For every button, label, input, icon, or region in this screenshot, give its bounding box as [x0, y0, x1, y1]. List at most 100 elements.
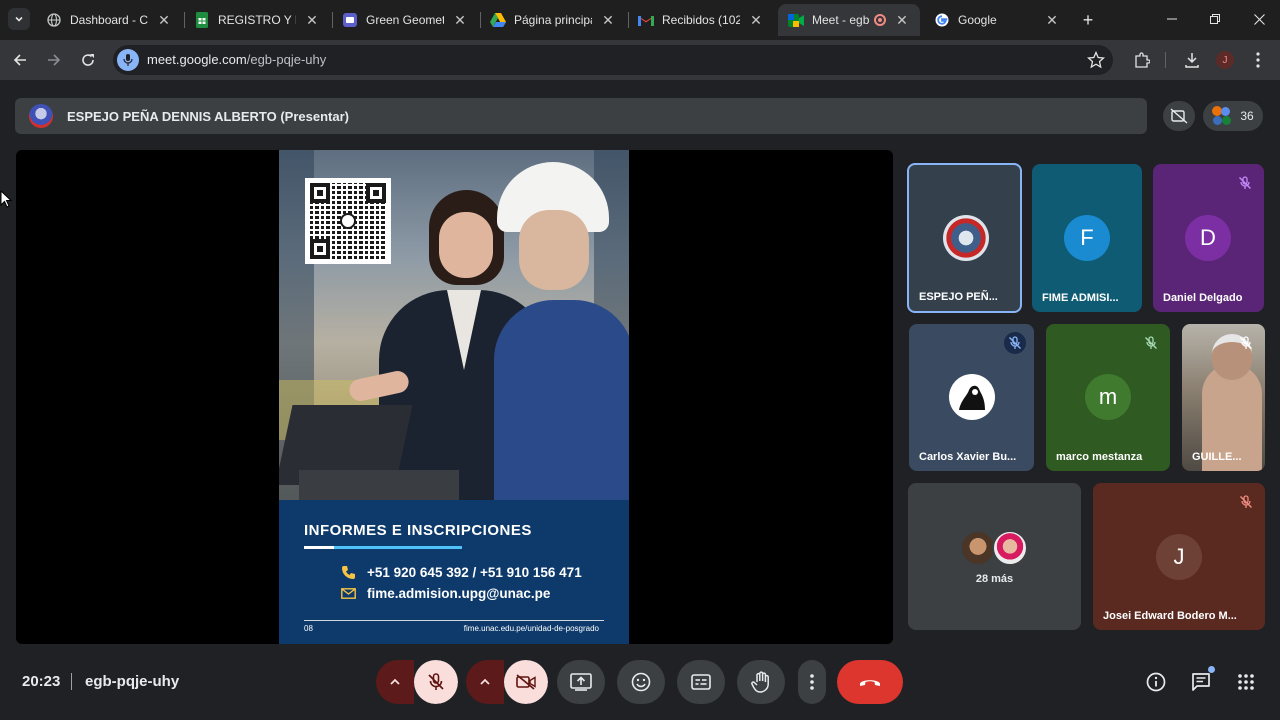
meeting-code: egb-pqje-uhy	[85, 673, 180, 690]
whatsapp-icon	[340, 213, 356, 229]
presenter-avatar	[29, 104, 53, 128]
present-to-all-icon	[570, 673, 592, 691]
close-icon[interactable]: ✕	[156, 12, 172, 28]
slide-title-underline	[304, 546, 462, 549]
activities-button[interactable]	[1234, 670, 1258, 694]
reactions-button[interactable]	[617, 660, 665, 704]
maximize-button[interactable]	[1204, 8, 1226, 30]
participant-avatar: m	[1085, 374, 1131, 420]
people-avatars-icon	[1212, 106, 1232, 126]
slide-footer-rule	[304, 620, 604, 621]
mic-off-icon	[428, 673, 444, 690]
microphone-control-group	[376, 660, 458, 704]
participant-tile[interactable]: F FIME ADMISI...	[1032, 164, 1142, 312]
toolbar-divider	[1165, 52, 1166, 68]
phone-icon	[339, 564, 357, 580]
participant-name: marco mestanza	[1056, 451, 1143, 463]
participant-avatar	[949, 374, 995, 420]
url-text: meet.google.com/egb-pqje-uhy	[147, 52, 326, 67]
microphone-toggle-button[interactable]	[414, 660, 458, 704]
slide-email-row: fime.admision.upg@unac.pe	[339, 585, 550, 601]
close-icon[interactable]: ✕	[304, 12, 320, 28]
reload-icon	[82, 54, 94, 66]
tab-label: Recibidos (102)	[662, 13, 740, 27]
video-settings-button[interactable]	[466, 660, 504, 704]
more-options-button[interactable]	[798, 660, 826, 704]
mic-off-icon	[1004, 332, 1026, 354]
drive-icon	[490, 12, 506, 28]
clock-separator	[71, 673, 72, 690]
close-icon[interactable]: ✕	[600, 12, 616, 28]
participant-tile[interactable]: J Josei Edward Bodero M...	[1093, 483, 1265, 630]
participant-tile[interactable]: m marco mestanza	[1046, 324, 1170, 471]
chevron-up-icon	[480, 678, 490, 685]
more-participants-tile[interactable]: 28 más	[908, 483, 1081, 630]
participant-avatar: D	[1185, 215, 1231, 261]
tab-meet[interactable]: Meet - egb- ✕	[778, 4, 920, 36]
tab-search-button[interactable]	[8, 8, 30, 30]
participant-tile[interactable]: Carlos Xavier Bu...	[909, 324, 1034, 471]
reload-button[interactable]	[77, 49, 99, 71]
forward-button[interactable]	[43, 49, 65, 71]
participant-name: Carlos Xavier Bu...	[919, 451, 1017, 463]
camera-toggle-button[interactable]	[504, 660, 548, 704]
meeting-details-button[interactable]	[1144, 670, 1168, 694]
microphone-icon[interactable]	[117, 49, 139, 71]
tab-gmail[interactable]: Recibidos (102) ✕	[628, 4, 774, 36]
address-bar[interactable]: meet.google.com/egb-pqje-uhy	[113, 45, 1113, 75]
close-icon[interactable]: ✕	[1044, 12, 1060, 28]
tab-drive[interactable]: Página principal ✕	[480, 4, 626, 36]
more-vert-icon	[1256, 52, 1260, 68]
participant-tile[interactable]: GUILLE...	[1182, 324, 1265, 471]
captions-button[interactable]	[677, 660, 725, 704]
camera-control-group	[466, 660, 548, 704]
tab-registro[interactable]: REGISTRO Y PRE ✕	[184, 4, 330, 36]
hide-self-view-button[interactable]	[1163, 101, 1195, 131]
minimize-icon	[1167, 18, 1177, 20]
extensions-button[interactable]	[1131, 49, 1153, 71]
new-tab-button[interactable]: +	[1078, 10, 1098, 30]
call-end-icon	[860, 680, 880, 686]
arrow-right-icon	[48, 54, 61, 66]
chat-button[interactable]	[1189, 666, 1215, 694]
tab-label: REGISTRO Y PRE	[218, 13, 296, 27]
browser-toolbar: meet.google.com/egb-pqje-uhy	[0, 40, 1280, 80]
minimize-button[interactable]	[1161, 8, 1183, 30]
tab-green-geometric[interactable]: Green Geometri ✕	[332, 4, 478, 36]
globe-icon	[46, 12, 62, 28]
present-screen-button[interactable]	[557, 660, 605, 704]
profile-avatar[interactable]: J	[1216, 51, 1234, 69]
slide-email: fime.admision.upg@unac.pe	[367, 585, 551, 601]
close-icon[interactable]: ✕	[452, 12, 468, 28]
audio-settings-button[interactable]	[376, 660, 414, 704]
browser-tab-bar: Dashboard - Car ✕ REGISTRO Y PRE ✕ Green…	[0, 0, 1280, 40]
browser-menu-button[interactable]	[1247, 49, 1269, 71]
tab-google[interactable]: Google ✕	[924, 4, 1070, 36]
slide-website: fime.unac.edu.pe/unidad-de-posgrado	[463, 624, 599, 633]
apps-icon	[1238, 674, 1254, 690]
presenter-banner: ESPEJO PEÑA DENNIS ALBERTO (Presentar)	[15, 98, 1147, 134]
emoji-icon	[631, 672, 651, 692]
close-icon[interactable]: ✕	[894, 12, 910, 28]
close-icon[interactable]: ✕	[748, 12, 764, 28]
slide-page-number: 08	[304, 624, 313, 633]
mouse-cursor-icon	[0, 190, 12, 208]
participant-count: 36	[1240, 109, 1254, 123]
sheets-icon	[194, 12, 210, 28]
participant-tile[interactable]: D Daniel Delgado	[1153, 164, 1264, 312]
people-button[interactable]: 36	[1203, 101, 1263, 131]
tab-label: Google	[958, 13, 997, 27]
participant-name: Josei Edward Bodero M...	[1103, 610, 1237, 622]
back-button[interactable]	[9, 49, 31, 71]
raise-hand-button[interactable]	[737, 660, 785, 704]
url-host: meet.google.com	[147, 52, 247, 67]
downloads-button[interactable]	[1181, 49, 1203, 71]
gmail-icon	[638, 12, 654, 28]
participant-tile[interactable]: ESPEJO PEÑ...	[907, 163, 1022, 313]
chevron-up-icon	[390, 678, 400, 685]
tab-dashboard[interactable]: Dashboard - Car ✕	[36, 4, 182, 36]
tab-label: Green Geometri	[366, 13, 444, 27]
star-icon[interactable]	[1087, 51, 1105, 69]
leave-call-button[interactable]	[837, 660, 903, 704]
close-window-button[interactable]	[1248, 8, 1270, 30]
